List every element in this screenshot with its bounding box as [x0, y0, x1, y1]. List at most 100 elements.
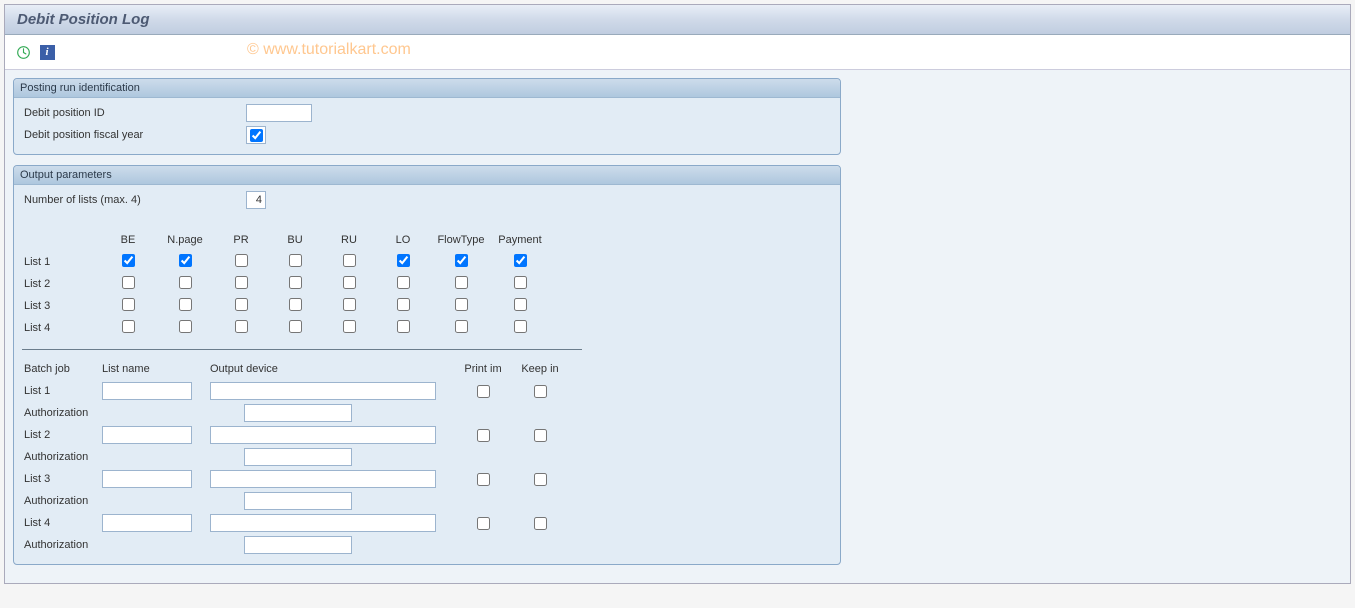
checkbox-keepin-2[interactable] [534, 429, 547, 442]
input-listname-1[interactable] [102, 382, 192, 400]
batch-auth-row: Authorization [22, 534, 832, 556]
input-outdev-3[interactable] [210, 470, 436, 488]
checkbox-printim-4[interactable] [477, 517, 490, 530]
checkbox-fiscal-year[interactable] [250, 129, 263, 142]
cell [376, 254, 430, 270]
checkbox-flow-list4[interactable] [455, 320, 468, 333]
checkbox-pr-list1[interactable] [235, 254, 248, 267]
window: Debit Position Log i © www.tutorialkart.… [4, 4, 1351, 584]
checkbox-printim-2[interactable] [477, 429, 490, 442]
checkbox-lo-list2[interactable] [397, 276, 410, 289]
input-outdev-4[interactable] [210, 514, 436, 532]
checkbox-bu-list1[interactable] [289, 254, 302, 267]
input-auth-1[interactable] [244, 404, 352, 422]
checkbox-ru-list4[interactable] [343, 320, 356, 333]
cell [268, 298, 322, 314]
cell [156, 320, 214, 336]
batch-header-row: Batch job List name Output device Print … [22, 358, 832, 380]
checkbox-lo-list4[interactable] [397, 320, 410, 333]
checkbox-flow-list2[interactable] [455, 276, 468, 289]
batch-auth-row: Authorization [22, 490, 832, 512]
checkbox-be-list1[interactable] [122, 254, 135, 267]
checkbox-ru-list2[interactable] [343, 276, 356, 289]
checkbox-pay-list4[interactable] [514, 320, 527, 333]
input-outdev-2[interactable] [210, 426, 436, 444]
checkbox-bu-list4[interactable] [289, 320, 302, 333]
checkbox-ru-list1[interactable] [343, 254, 356, 267]
input-auth-3[interactable] [244, 492, 352, 510]
checkbox-pay-list2[interactable] [514, 276, 527, 289]
list-matrix: BE N.page PR BU RU LO FlowType Payment L… [22, 229, 832, 339]
checkbox-printim-1[interactable] [477, 385, 490, 398]
checkbox-keepin-1[interactable] [534, 385, 547, 398]
cell [100, 254, 156, 270]
checkbox-pay-list1[interactable] [514, 254, 527, 267]
group-output-params: Output parameters Number of lists (max. … [13, 165, 841, 565]
watermark: © www.tutorialkart.com [247, 41, 411, 59]
cell [376, 298, 430, 314]
label-debit-id: Debit position ID [22, 107, 246, 119]
checkbox-be-list3[interactable] [122, 298, 135, 311]
checkbox-lo-list3[interactable] [397, 298, 410, 311]
checkbox-npage-list1[interactable] [179, 254, 192, 267]
checkbox-bu-list3[interactable] [289, 298, 302, 311]
cell [268, 320, 322, 336]
checkbox-flow-list1[interactable] [455, 254, 468, 267]
batch-section: Batch job List name Output device Print … [22, 358, 832, 556]
execute-icon[interactable] [13, 43, 33, 61]
cell [268, 254, 322, 270]
checkbox-flow-list3[interactable] [455, 298, 468, 311]
input-auth-4[interactable] [244, 536, 352, 554]
checkbox-be-list2[interactable] [122, 276, 135, 289]
input-num-lists[interactable]: 4 [246, 191, 266, 209]
row-label: List 1 [22, 256, 100, 268]
checkbox-pr-list2[interactable] [235, 276, 248, 289]
col-npage: N.page [156, 234, 214, 246]
cell [376, 320, 430, 336]
checkbox-lo-list1[interactable] [397, 254, 410, 267]
checkbox-container [246, 126, 266, 144]
input-listname-3[interactable] [102, 470, 192, 488]
batch-row-label: List 2 [22, 429, 102, 441]
hdr-printim: Print im [454, 363, 512, 375]
batch-row: List 2 [22, 424, 832, 446]
checkbox-pr-list3[interactable] [235, 298, 248, 311]
content-area: Posting run identification Debit positio… [5, 69, 1350, 583]
input-debit-id[interactable] [246, 104, 312, 122]
cell [156, 276, 214, 292]
info-icon[interactable]: i [37, 43, 57, 61]
hdr-listname: List name [102, 363, 210, 375]
input-outdev-1[interactable] [210, 382, 436, 400]
batch-row-label: List 4 [22, 517, 102, 529]
checkbox-printim-3[interactable] [477, 473, 490, 486]
cell [268, 276, 322, 292]
col-bu: BU [268, 234, 322, 246]
cell [214, 276, 268, 292]
checkbox-npage-list2[interactable] [179, 276, 192, 289]
checkbox-keepin-3[interactable] [534, 473, 547, 486]
matrix-header-row: BE N.page PR BU RU LO FlowType Payment [22, 229, 832, 251]
checkbox-pay-list3[interactable] [514, 298, 527, 311]
checkbox-npage-list4[interactable] [179, 320, 192, 333]
input-listname-2[interactable] [102, 426, 192, 444]
cell [100, 276, 156, 292]
checkbox-ru-list3[interactable] [343, 298, 356, 311]
auth-label: Authorization [22, 407, 244, 419]
toolbar: i © www.tutorialkart.com [5, 35, 1350, 69]
col-lo: LO [376, 234, 430, 246]
auth-label: Authorization [22, 539, 244, 551]
auth-label: Authorization [22, 451, 244, 463]
matrix-row: List 1 [22, 251, 832, 273]
input-auth-2[interactable] [244, 448, 352, 466]
hdr-keepin: Keep in [512, 363, 568, 375]
checkbox-npage-list3[interactable] [179, 298, 192, 311]
cell [376, 276, 430, 292]
input-listname-4[interactable] [102, 514, 192, 532]
cell [322, 320, 376, 336]
checkbox-keepin-4[interactable] [534, 517, 547, 530]
batch-row: List 1 [22, 380, 832, 402]
checkbox-bu-list2[interactable] [289, 276, 302, 289]
checkbox-be-list4[interactable] [122, 320, 135, 333]
checkbox-pr-list4[interactable] [235, 320, 248, 333]
group-header: Posting run identification [14, 79, 840, 98]
